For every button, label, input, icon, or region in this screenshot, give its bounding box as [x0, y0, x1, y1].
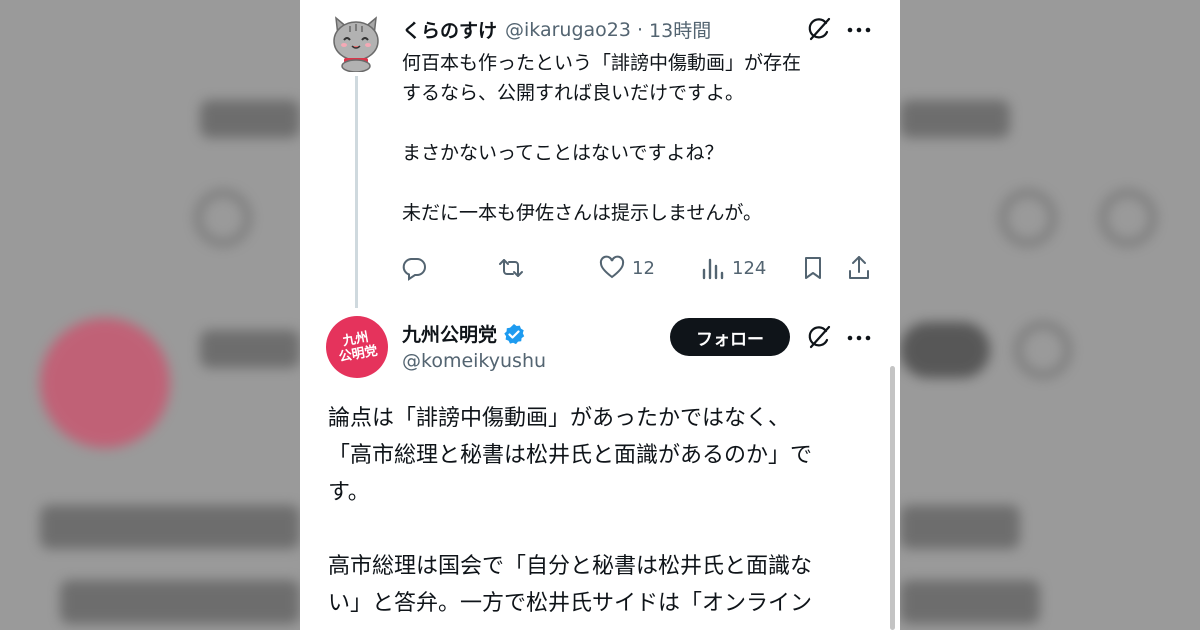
more-options-icon[interactable] [846, 326, 872, 350]
like-button[interactable]: 12 [598, 252, 655, 284]
background-right [900, 0, 1200, 630]
retweet-button[interactable] [496, 252, 526, 284]
background-avatar-blur [40, 318, 170, 448]
main-author-name[interactable]: 九州公明党 [402, 320, 497, 347]
avatar-cat[interactable] [330, 14, 382, 73]
grok-icon[interactable] [806, 324, 832, 350]
main-body-text: 論点は「誹謗中傷動画」があったかではなく、 「高市総理と秘書は松井氏と面識がある… [328, 406, 813, 616]
meta-separator: · [636, 18, 644, 41]
background-left [0, 0, 300, 630]
bookmark-button[interactable] [800, 252, 826, 284]
background-text-blur [60, 580, 300, 624]
background-text-blur [900, 580, 1040, 624]
share-icon [846, 254, 872, 282]
tweet-card: くらのすけ @ikarugao23 · 13時間 何百本も作ったという「誹謗中傷… [300, 0, 900, 630]
background-icon-blur [1015, 322, 1071, 378]
reply-action-bar: 12 124 [400, 252, 878, 284]
bookmark-icon [800, 254, 826, 282]
reply-author-name[interactable]: くらのすけ [402, 16, 497, 43]
avatar-party-logo[interactable]: 九州 公明党 [321, 311, 393, 383]
main-author-handle[interactable]: @komeikyushu [402, 350, 546, 372]
views-count: 124 [732, 257, 767, 279]
views-button[interactable]: 124 [700, 252, 766, 284]
reply-timestamp[interactable]: 13時間 [649, 16, 711, 43]
reply-button[interactable] [400, 252, 428, 284]
grok-icon[interactable] [806, 16, 832, 42]
like-count: 12 [632, 257, 655, 279]
background-text-blur [200, 330, 300, 368]
verified-badge-icon [503, 323, 525, 345]
more-options-icon[interactable] [846, 18, 872, 42]
background-button-blur [900, 322, 990, 378]
scrollbar[interactable] [890, 366, 895, 630]
reply-header: くらのすけ @ikarugao23 · 13時間 [402, 16, 711, 43]
reply-icon [400, 254, 428, 282]
background-icon-blur [1100, 190, 1156, 246]
background-text-blur [200, 100, 300, 138]
main-author-row: 九州公明党 [402, 320, 525, 347]
thread-connector-line [355, 76, 358, 308]
background-text-blur [40, 505, 300, 549]
reply-body-text: 何百本も作ったという「誹謗中傷動画」が存在 するなら、公開すれば良いだけですよ。… [402, 52, 802, 224]
background-icon-blur [195, 190, 251, 246]
background-icon-blur [1000, 190, 1056, 246]
heart-icon [598, 254, 626, 282]
retweet-icon [496, 254, 526, 282]
background-text-blur [900, 100, 1010, 138]
reply-handle[interactable]: @ikarugao23 [505, 19, 631, 41]
background-text-blur [900, 505, 1020, 549]
share-button[interactable] [846, 252, 872, 284]
follow-button[interactable]: フォロー [670, 318, 790, 356]
views-chart-icon [700, 255, 726, 281]
